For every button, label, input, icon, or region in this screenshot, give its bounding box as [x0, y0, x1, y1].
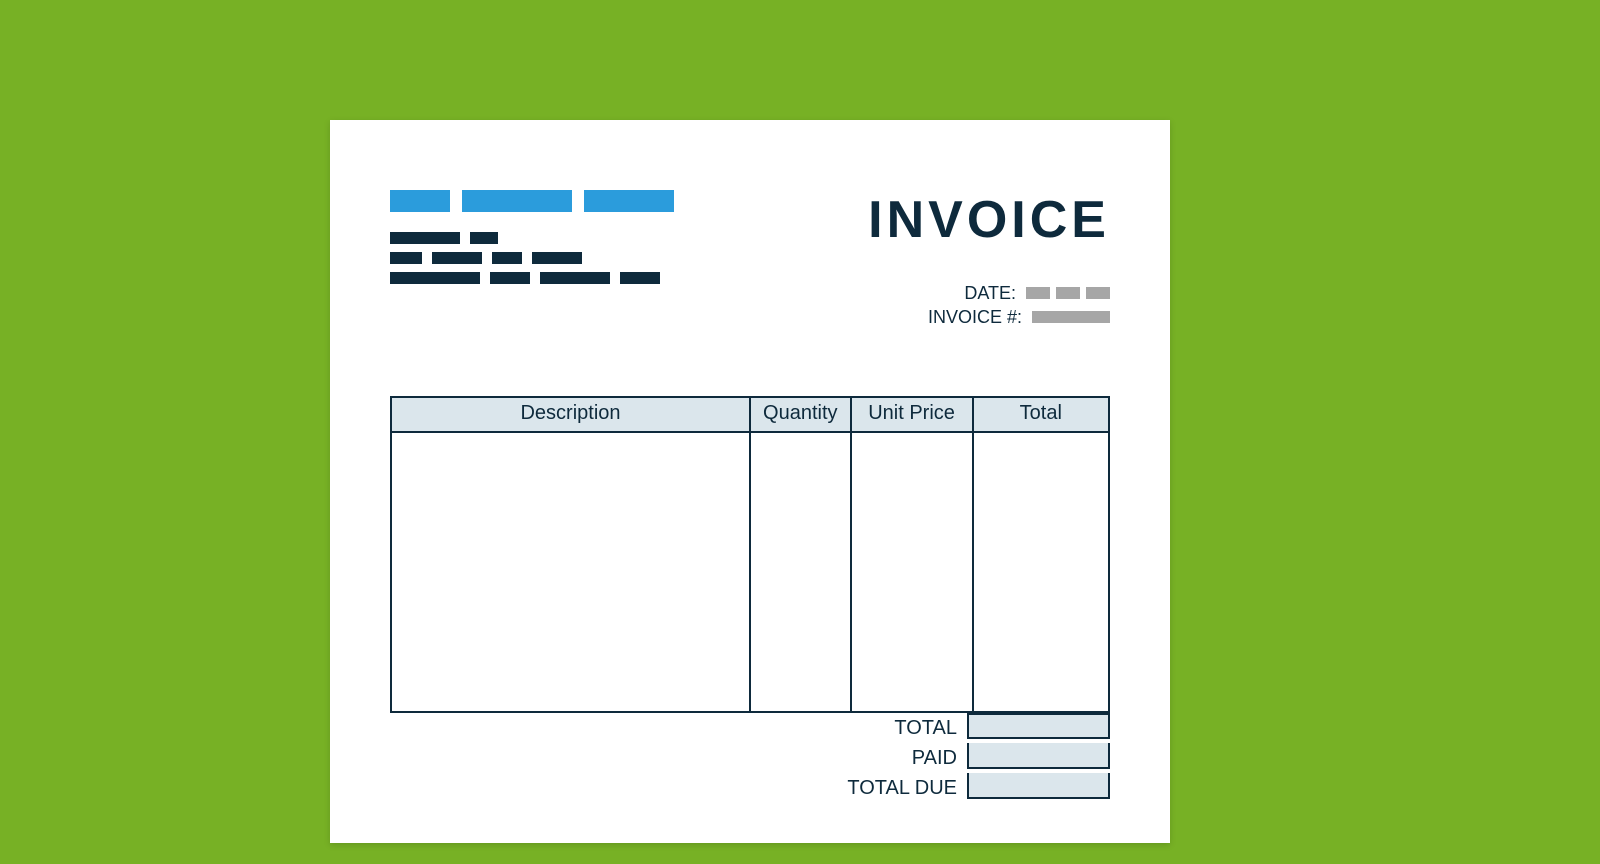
summary-total-due-label: TOTAL DUE [847, 773, 967, 803]
placeholder-segment [1026, 287, 1050, 299]
table-header-row: Description Quantity Unit Price Total [391, 397, 1109, 432]
cell-description [391, 432, 750, 712]
summary-paid-value [967, 743, 1110, 769]
company-name-placeholder [390, 190, 674, 212]
placeholder-bar [462, 190, 572, 212]
placeholder-segment [1056, 287, 1080, 299]
invoice-title-block: INVOICE DATE: INVOICE #: [868, 190, 1110, 332]
invoice-number-row: INVOICE #: [868, 308, 1110, 326]
cell-quantity [750, 432, 851, 712]
col-description: Description [391, 397, 750, 432]
placeholder-segment [432, 252, 482, 264]
company-address-line [390, 252, 674, 264]
placeholder-segment [620, 272, 660, 284]
placeholder-segment [390, 232, 460, 244]
invoice-number-placeholder [1032, 311, 1110, 323]
invoice-date-row: DATE: [868, 284, 1110, 302]
company-block [390, 190, 674, 292]
invoice-meta: DATE: INVOICE #: [868, 284, 1110, 326]
line-items-table: Description Quantity Unit Price Total [390, 396, 1110, 713]
invoice-document: INVOICE DATE: INVOICE #: [330, 120, 1170, 843]
col-unit-price: Unit Price [851, 397, 973, 432]
company-address-line [390, 232, 674, 244]
placeholder-bar [390, 190, 450, 212]
placeholder-segment [390, 252, 422, 264]
placeholder-segment [492, 252, 522, 264]
placeholder-segment [540, 272, 610, 284]
date-placeholder [1026, 287, 1110, 299]
cell-unit-price [851, 432, 973, 712]
summary-total-due-value [967, 773, 1110, 799]
summary-paid-label: PAID [847, 743, 967, 773]
table-body-row [391, 432, 1109, 712]
placeholder-bar [584, 190, 674, 212]
placeholder-segment [532, 252, 582, 264]
date-label: DATE: [964, 284, 1016, 302]
cell-total [973, 432, 1109, 712]
placeholder-segment [390, 272, 480, 284]
summary-total-label: TOTAL [847, 713, 967, 743]
summary-grid: TOTAL PAID TOTAL DUE [847, 713, 1110, 803]
placeholder-segment [1032, 311, 1110, 323]
placeholder-segment [470, 232, 498, 244]
col-quantity: Quantity [750, 397, 851, 432]
invoice-number-label: INVOICE #: [928, 308, 1022, 326]
line-items-section: Description Quantity Unit Price Total TO… [390, 396, 1110, 803]
col-total: Total [973, 397, 1109, 432]
invoice-header: INVOICE DATE: INVOICE #: [390, 190, 1110, 332]
company-address-line [390, 272, 674, 284]
invoice-title: INVOICE [868, 190, 1110, 250]
summary-total-value [967, 713, 1110, 739]
placeholder-segment [490, 272, 530, 284]
placeholder-segment [1086, 287, 1110, 299]
summary-section: TOTAL PAID TOTAL DUE [390, 713, 1110, 803]
